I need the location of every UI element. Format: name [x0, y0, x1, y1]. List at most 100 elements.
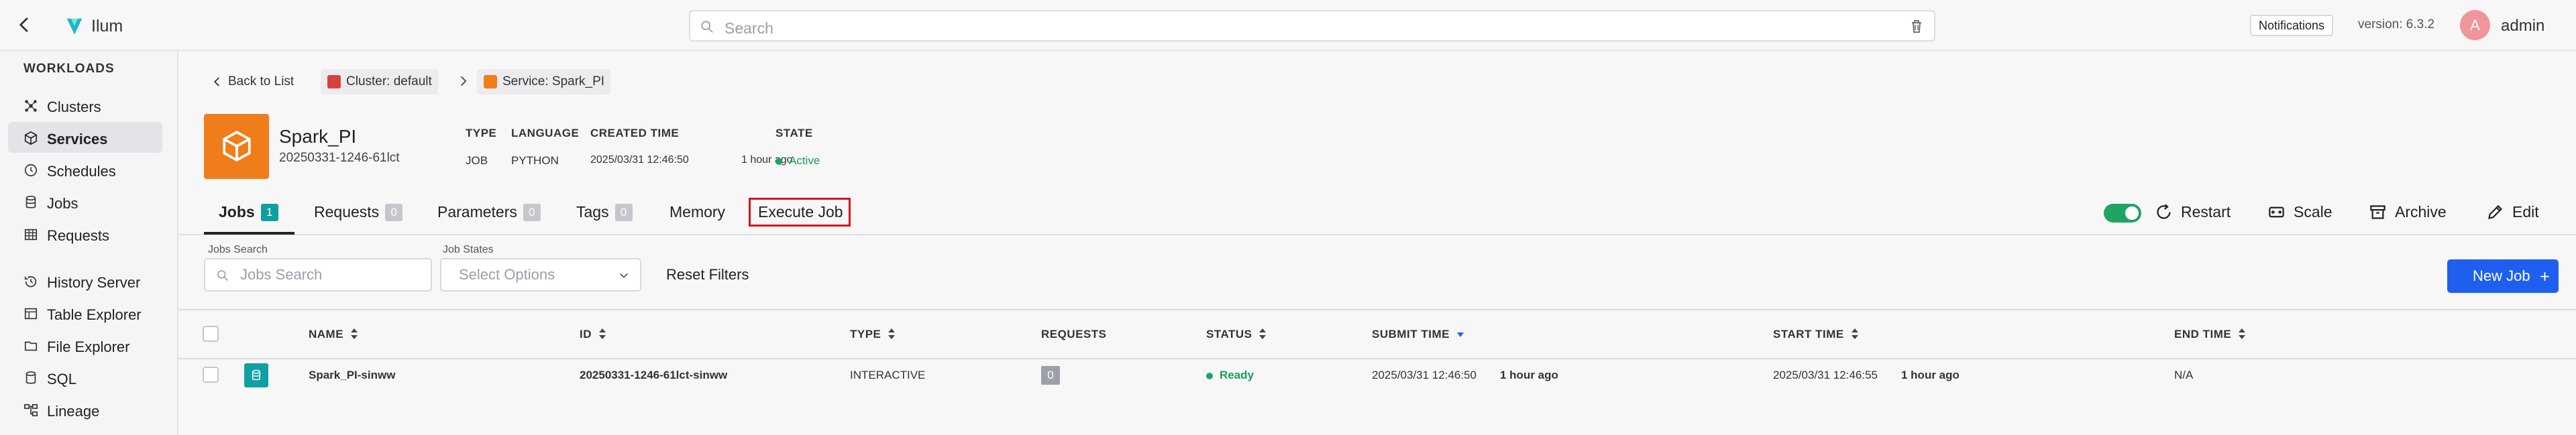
- meta-state-header: STATE: [775, 127, 813, 139]
- tab-tags-count: 0: [614, 204, 633, 221]
- search-icon: [701, 21, 713, 33]
- new-job-button[interactable]: New Job: [2447, 259, 2559, 293]
- tab-parameters-count: 0: [523, 204, 541, 221]
- col-type[interactable]: TYPE: [850, 328, 896, 341]
- state-value: Active: [789, 154, 820, 167]
- database-icon: [25, 196, 36, 208]
- global-search[interactable]: Search: [689, 10, 1935, 42]
- chevron-right-icon: [460, 76, 467, 86]
- history-icon: [24, 276, 37, 288]
- sort-icon: [888, 328, 896, 339]
- col-submit-time-label: SUBMIT TIME: [1372, 328, 1450, 340]
- sidebar-item-label: Services: [47, 131, 108, 147]
- sort-desc-icon: [1457, 332, 1464, 337]
- tab-requests[interactable]: Requests 0: [314, 201, 403, 235]
- restart-label: Restart: [2181, 203, 2231, 221]
- top-bar: Ilum Search Notifications version: 6.3.2…: [0, 0, 2576, 51]
- back-to-list-link[interactable]: Back to List: [209, 69, 294, 95]
- jobs-search-input[interactable]: Jobs Search: [204, 258, 432, 292]
- pencil-icon: [2488, 204, 2503, 219]
- table-icon: [24, 229, 38, 241]
- chevron-down-icon: [620, 273, 628, 278]
- tab-parameters[interactable]: Parameters 0: [437, 201, 541, 235]
- col-requests: REQUESTS: [1041, 328, 1107, 341]
- ilum-logo-icon: [66, 18, 83, 35]
- col-type-label: TYPE: [850, 328, 881, 340]
- back-arrow-icon[interactable]: [15, 15, 35, 35]
- reset-filters-button[interactable]: Reset Filters: [666, 266, 749, 284]
- col-start-time[interactable]: START TIME: [1773, 328, 1859, 341]
- sidebar-item-jobs[interactable]: Jobs: [8, 186, 162, 217]
- job-start-time: 2025/03/31 12:46:55: [1773, 369, 1878, 381]
- tab-jobs[interactable]: Jobs 1: [204, 201, 294, 235]
- sort-icon: [1851, 328, 1858, 339]
- select-all-checkbox[interactable]: [203, 326, 219, 342]
- service-name: Spark_PI: [279, 126, 357, 147]
- trash-icon[interactable]: [1909, 18, 1925, 34]
- job-states-select[interactable]: Select Options: [440, 258, 641, 292]
- tab-requests-count: 0: [385, 204, 403, 221]
- sidebar-item-sql[interactable]: SQL: [8, 362, 162, 393]
- sidebar-item-label: Clusters: [47, 99, 101, 115]
- edit-button[interactable]: Edit: [2486, 201, 2539, 223]
- job-requests-count: 0: [1041, 366, 1060, 385]
- table-explorer-icon: [24, 308, 38, 320]
- search-icon: [217, 270, 229, 282]
- notifications-button[interactable]: Notifications: [2250, 15, 2334, 36]
- sidebar-item-history-server[interactable]: History Server: [8, 265, 162, 296]
- jobs-search-placeholder: Jobs Search: [240, 266, 323, 283]
- sidebar-item-services[interactable]: Services: [8, 122, 162, 153]
- sort-icon: [599, 328, 606, 339]
- scale-button[interactable]: Scale: [2267, 201, 2332, 223]
- sidebar-item-schedules[interactable]: Schedules: [8, 154, 162, 185]
- row-checkbox[interactable]: [203, 367, 219, 383]
- service-box-icon: [204, 114, 269, 179]
- box-icon: [24, 131, 38, 145]
- avatar[interactable]: A: [2460, 10, 2490, 40]
- col-id[interactable]: ID: [580, 328, 606, 341]
- jobs-search-label: Jobs Search: [208, 244, 268, 255]
- sidebar-item-file-explorer[interactable]: File Explorer: [8, 330, 162, 361]
- breadcrumb-service[interactable]: Service: Spark_PI: [477, 69, 611, 95]
- archive-button[interactable]: Archive: [2369, 201, 2447, 223]
- col-name[interactable]: NAME: [309, 328, 358, 341]
- job-submit-time: 2025/03/31 12:46:50: [1372, 369, 1477, 381]
- tab-memory[interactable]: Memory: [669, 201, 725, 235]
- service-toggle[interactable]: [2104, 204, 2141, 223]
- user-name[interactable]: admin: [2501, 17, 2544, 36]
- meta-language-header: LANGUAGE: [511, 127, 580, 139]
- meta-type-value: JOB: [466, 154, 488, 167]
- col-submit-time[interactable]: SUBMIT TIME: [1372, 328, 1464, 341]
- tab-jobs-count: 1: [260, 204, 278, 221]
- state-badge: Active: [775, 154, 820, 168]
- service-id: 20250331-1246-61lct: [279, 151, 400, 165]
- col-end-time[interactable]: END TIME: [2174, 328, 2246, 341]
- restart-button[interactable]: Restart: [2155, 201, 2231, 223]
- sidebar-item-table-explorer[interactable]: Table Explorer: [8, 298, 162, 328]
- job-start-ago: 1 hour ago: [1901, 369, 1960, 381]
- sidebar-item-lineage[interactable]: Lineage: [8, 394, 162, 425]
- sidebar-item-label: Jobs: [47, 195, 78, 212]
- job-name-link[interactable]: Spark_PI-sinww: [309, 369, 395, 382]
- chevron-left-icon: [213, 77, 219, 86]
- status-dot: [775, 158, 782, 165]
- clock-icon: [24, 164, 38, 177]
- app-name: Ilum: [91, 17, 123, 36]
- tab-requests-label: Requests: [314, 203, 380, 221]
- sidebar-item-label: Lineage: [47, 403, 100, 420]
- search-input[interactable]: Search: [724, 19, 773, 38]
- meta-created-header: CREATED TIME: [590, 127, 680, 139]
- sidebar-item-requests[interactable]: Requests: [8, 219, 162, 249]
- sort-icon: [351, 328, 358, 339]
- tab-tags[interactable]: Tags 0: [576, 201, 633, 235]
- breadcrumb-cluster-label: Cluster: default: [346, 74, 432, 88]
- meta-language-value: PYTHON: [511, 154, 559, 167]
- sidebar-section-title: WORKLOADS: [23, 62, 115, 76]
- breadcrumb-cluster[interactable]: Cluster: default: [321, 69, 438, 95]
- meta-type-header: TYPE: [466, 127, 497, 139]
- job-states-placeholder: Select Options: [459, 266, 555, 283]
- sidebar-item-clusters[interactable]: Clusters: [8, 90, 162, 121]
- sidebar-item-label: Table Explorer: [47, 306, 142, 323]
- job-id: 20250331-1246-61lct-sinww: [580, 369, 728, 381]
- col-status[interactable]: STATUS: [1206, 328, 1267, 341]
